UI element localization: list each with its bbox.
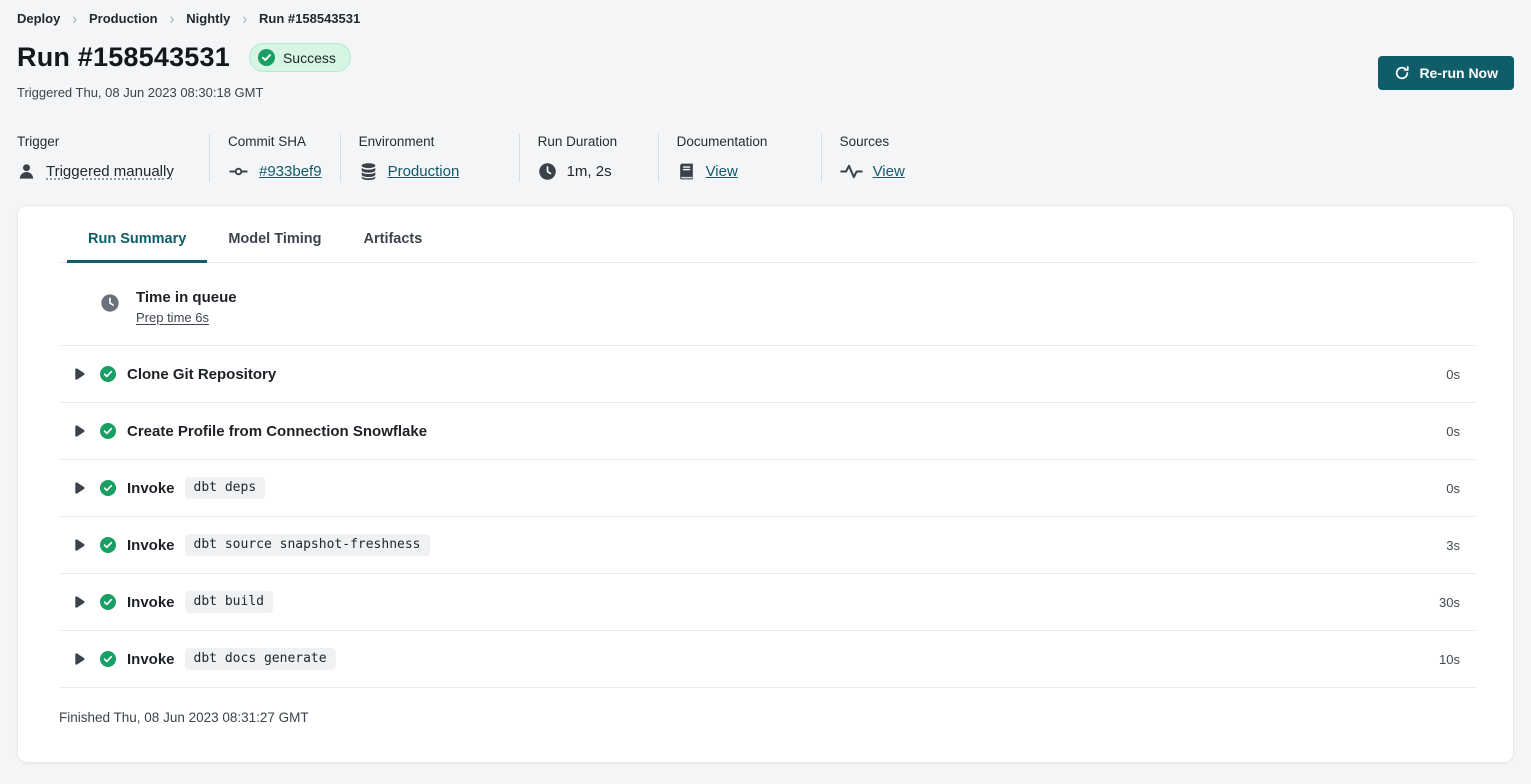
- database-icon: [359, 162, 378, 181]
- commit-icon: [228, 162, 249, 181]
- meta-sources: Sources View: [840, 134, 905, 182]
- run-meta-row: Trigger Triggered manually Commit SHA #9…: [17, 134, 1514, 182]
- meta-trigger-label: Trigger: [17, 134, 191, 149]
- divider: [821, 134, 822, 182]
- environment-link[interactable]: Production: [388, 163, 460, 180]
- run-summary-card: Run Summary Model Timing Artifacts Time …: [17, 205, 1514, 763]
- meta-duration-label: Run Duration: [538, 134, 640, 149]
- time-in-queue-row: Time in queue Prep time 6s: [59, 263, 1476, 345]
- expand-triangle-icon[interactable]: [74, 368, 85, 381]
- meta-sources-label: Sources: [840, 134, 905, 149]
- step-row-dbt-source-freshness[interactable]: Invoke dbt source snapshot-freshness 3s: [59, 517, 1476, 573]
- meta-trigger: Trigger Triggered manually: [17, 134, 191, 182]
- success-check-icon: [100, 594, 116, 610]
- prep-time-link[interactable]: Prep time 6s: [136, 310, 237, 325]
- success-check-icon: [100, 537, 116, 553]
- step-row-clone-git[interactable]: Clone Git Repository 0s: [59, 346, 1476, 402]
- breadcrumb-production[interactable]: Production: [89, 11, 158, 26]
- step-name: Create Profile from Connection Snowflake: [127, 423, 427, 440]
- expand-triangle-icon[interactable]: [74, 539, 85, 552]
- command-chip: dbt source snapshot-freshness: [185, 534, 430, 556]
- step-name: Invoke: [127, 480, 175, 497]
- run-detail-page: Deploy › Production › Nightly › Run #158…: [0, 0, 1531, 763]
- sources-view-link[interactable]: View: [873, 163, 905, 180]
- page-title: Run #158543531: [17, 42, 230, 73]
- step-duration: 0s: [1446, 424, 1476, 439]
- clock-icon: [538, 162, 557, 181]
- documentation-view-link[interactable]: View: [706, 163, 738, 180]
- status-badge-label: Success: [283, 50, 336, 66]
- meta-environment-label: Environment: [359, 134, 501, 149]
- step-name: Invoke: [127, 537, 175, 554]
- meta-documentation: Documentation View: [677, 134, 803, 182]
- chevron-right-icon: ›: [242, 8, 247, 27]
- meta-environment: Environment Production: [359, 134, 501, 182]
- breadcrumb-nightly[interactable]: Nightly: [186, 11, 230, 26]
- success-check-icon: [100, 651, 116, 667]
- divider: [658, 134, 659, 182]
- user-icon: [17, 162, 36, 181]
- command-chip: dbt docs generate: [185, 648, 336, 670]
- rerun-now-label: Re-run Now: [1419, 65, 1498, 81]
- divider: [209, 134, 210, 182]
- run-header: Run #158543531 Success Triggered Thu, 08…: [17, 42, 1514, 100]
- step-row-dbt-docs-generate[interactable]: Invoke dbt docs generate 10s: [59, 631, 1476, 687]
- success-check-icon: [100, 366, 116, 382]
- divider: [340, 134, 341, 182]
- chevron-right-icon: ›: [72, 8, 77, 27]
- step-row-dbt-deps[interactable]: Invoke dbt deps 0s: [59, 460, 1476, 516]
- expand-triangle-icon[interactable]: [74, 425, 85, 438]
- check-circle-icon: [258, 49, 275, 66]
- tab-run-summary[interactable]: Run Summary: [67, 231, 207, 263]
- success-check-icon: [100, 423, 116, 439]
- run-duration-value: 1m, 2s: [567, 163, 612, 180]
- step-duration: 10s: [1439, 652, 1476, 667]
- step-duration: 30s: [1439, 595, 1476, 610]
- expand-triangle-icon[interactable]: [74, 596, 85, 609]
- tab-artifacts[interactable]: Artifacts: [343, 231, 444, 263]
- meta-commit-label: Commit SHA: [228, 134, 322, 149]
- divider: [519, 134, 520, 182]
- meta-commit-sha: Commit SHA #933bef9: [228, 134, 322, 182]
- status-badge: Success: [249, 43, 351, 72]
- step-row-create-profile[interactable]: Create Profile from Connection Snowflake…: [59, 403, 1476, 459]
- step-duration: 0s: [1446, 481, 1476, 496]
- rerun-now-button[interactable]: Re-run Now: [1378, 56, 1514, 90]
- breadcrumb: Deploy › Production › Nightly › Run #158…: [17, 0, 1514, 26]
- command-chip: dbt build: [185, 591, 273, 613]
- meta-run-duration: Run Duration 1m, 2s: [538, 134, 640, 182]
- step-name: Invoke: [127, 651, 175, 668]
- step-duration: 0s: [1446, 367, 1476, 382]
- triggered-timestamp: Triggered Thu, 08 Jun 2023 08:30:18 GMT: [17, 85, 351, 100]
- book-icon: [677, 162, 696, 181]
- tab-model-timing[interactable]: Model Timing: [207, 231, 342, 263]
- expand-triangle-icon[interactable]: [74, 653, 85, 666]
- refresh-icon: [1394, 65, 1410, 81]
- step-row-dbt-build[interactable]: Invoke dbt build 30s: [59, 574, 1476, 630]
- breadcrumb-current-run: Run #158543531: [259, 11, 360, 26]
- step-duration: 3s: [1446, 538, 1476, 553]
- step-name: Clone Git Repository: [127, 366, 276, 383]
- clock-icon: [100, 293, 120, 313]
- time-in-queue-title: Time in queue: [136, 289, 237, 306]
- expand-triangle-icon[interactable]: [74, 482, 85, 495]
- finished-timestamp: Finished Thu, 08 Jun 2023 08:31:27 GMT: [59, 688, 1476, 725]
- breadcrumb-deploy[interactable]: Deploy: [17, 11, 60, 26]
- commit-sha-link[interactable]: #933bef9: [259, 163, 322, 180]
- meta-documentation-label: Documentation: [677, 134, 803, 149]
- step-name: Invoke: [127, 594, 175, 611]
- command-chip: dbt deps: [185, 477, 266, 499]
- success-check-icon: [100, 480, 116, 496]
- pulse-icon: [840, 163, 863, 180]
- tab-bar: Run Summary Model Timing Artifacts: [59, 206, 1476, 263]
- chevron-right-icon: ›: [170, 8, 175, 27]
- meta-trigger-value[interactable]: Triggered manually: [46, 163, 174, 180]
